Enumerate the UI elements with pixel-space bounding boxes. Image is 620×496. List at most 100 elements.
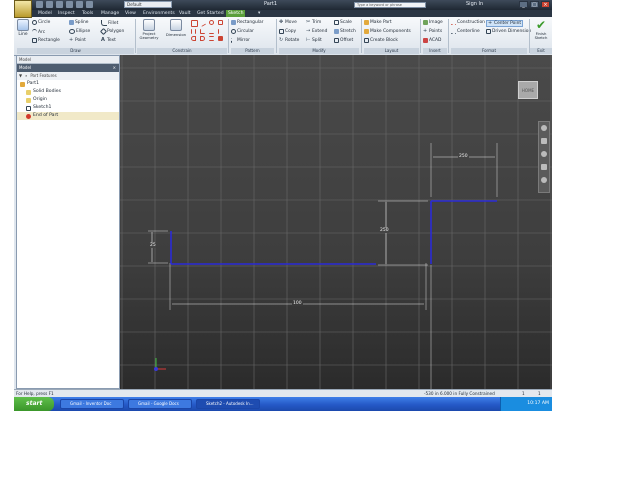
circle-button[interactable]: Circle [32, 20, 50, 25]
move-button[interactable]: ✥ Move [279, 20, 297, 26]
dimension-text-step-height[interactable]: 250 [380, 228, 389, 233]
ellipse-button[interactable]: Ellipse [69, 29, 90, 34]
coincident-constraint-icon[interactable] [191, 20, 198, 27]
polygon-button[interactable]: Polygon [99, 27, 124, 36]
tangent-constraint-icon[interactable] [191, 36, 196, 41]
parallel-constraint-icon[interactable] [191, 29, 196, 34]
mirror-button[interactable]: Mirror [231, 38, 250, 43]
taskbar-item-gmail-inventor[interactable]: Gmail - Inventor Doc [60, 399, 124, 409]
rectangular-pattern-button[interactable]: Rectangular [231, 20, 263, 25]
text-button[interactable]: A Text [101, 38, 116, 44]
dimension-text-100[interactable]: 100 [292, 301, 303, 306]
select-icon[interactable] [86, 1, 93, 8]
tree-item-solid-bodies[interactable]: Solid Bodies [17, 88, 119, 96]
clock[interactable]: 10:17 AM [527, 401, 549, 406]
browser-close-icon[interactable]: × [113, 64, 116, 72]
insert-acad-button[interactable]: ACAD [423, 38, 441, 43]
zoom-icon[interactable] [541, 151, 547, 157]
construction-button[interactable]: Construction [451, 20, 485, 25]
smooth-constraint-icon[interactable] [200, 36, 205, 41]
stretch-button[interactable]: Stretch [334, 29, 356, 34]
maximize-button[interactable]: □ [530, 1, 539, 8]
dimension-button[interactable]: Dimension [165, 19, 187, 37]
project-geometry-button[interactable]: Project Geometry [137, 19, 161, 40]
graphics-canvas[interactable]: 25 100 250 250 HOME [120, 55, 552, 389]
tab-inspect[interactable]: Inspect [58, 10, 75, 17]
tree-item-end-of-part[interactable]: End of Part [17, 112, 119, 120]
sign-in-link[interactable]: Sign In [466, 1, 483, 7]
tab-sketch[interactable]: Sketch [226, 10, 246, 17]
equal-constraint-icon[interactable] [218, 36, 223, 41]
collinear-constraint-icon[interactable] [198, 19, 207, 27]
redo-icon[interactable] [76, 1, 83, 8]
sketch-profile[interactable] [170, 200, 497, 265]
tab-view[interactable]: View [125, 10, 136, 17]
pan-icon[interactable] [541, 138, 547, 144]
orbit-icon[interactable] [541, 164, 547, 170]
tab-get-started[interactable]: Get Started [197, 10, 224, 17]
tab-extra-dropdown[interactable]: ▾ [258, 10, 260, 17]
perpendicular-constraint-icon[interactable] [200, 29, 205, 34]
inventor-logo-icon[interactable] [14, 0, 32, 18]
fillet-button[interactable]: Fillet [101, 20, 118, 26]
filter-icon[interactable]: ▼ [19, 72, 22, 80]
make-components-button[interactable]: Make Components [364, 29, 411, 34]
minimize-button[interactable]: _ [519, 1, 528, 8]
driven-dimension-button[interactable]: Driven Dimension [486, 29, 531, 34]
tree-item-origin[interactable]: Origin [17, 96, 119, 104]
undo-icon[interactable] [66, 1, 73, 8]
search-icon[interactable]: ⌕ [25, 72, 27, 80]
group-exit-label[interactable]: Exit [530, 48, 552, 54]
tab-vault[interactable]: Vault [179, 10, 191, 17]
tab-model[interactable]: Model [38, 10, 52, 17]
fix-constraint-icon[interactable] [218, 20, 223, 25]
group-draw-label[interactable]: Draw [17, 48, 134, 54]
viewcube-icon[interactable]: HOME [518, 81, 538, 99]
split-button[interactable]: ⊢ Split [306, 38, 322, 44]
arc-button[interactable]: Arc [32, 29, 45, 35]
create-block-button[interactable]: Create Block [364, 38, 398, 43]
copy-button[interactable]: Copy [279, 29, 296, 34]
extend-button[interactable]: → Extend [306, 29, 327, 35]
centerline-button[interactable]: Centerline [451, 29, 480, 34]
browser-header[interactable]: Model [17, 56, 119, 64]
look-at-icon[interactable] [541, 177, 547, 183]
tab-environments[interactable]: Environments [143, 10, 175, 17]
rectangle-button[interactable]: Rectangle [32, 38, 60, 43]
appearance-dropdown[interactable]: Default [124, 1, 172, 8]
group-insert-label[interactable]: Insert [423, 48, 447, 54]
line-button[interactable]: Line [17, 19, 29, 37]
insert-image-button[interactable]: Image [423, 20, 443, 25]
insert-points-button[interactable]: + Points [423, 29, 442, 35]
steering-wheel-icon[interactable] [541, 125, 547, 131]
group-pattern-label[interactable]: Pattern [231, 48, 274, 54]
circular-pattern-button[interactable]: Circular [231, 29, 254, 34]
concentric-constraint-icon[interactable] [209, 20, 214, 25]
taskbar-item-gmail-google-docs[interactable]: Gmail - Google Docs [128, 399, 192, 409]
tab-manage[interactable]: Manage [101, 10, 119, 17]
center-point-button[interactable]: + Center Point [486, 20, 524, 27]
new-icon[interactable] [36, 1, 43, 8]
horizontal-constraint-icon[interactable] [209, 29, 214, 34]
open-icon[interactable] [46, 1, 53, 8]
trim-button[interactable]: ✂ Trim [306, 20, 321, 26]
start-button[interactable]: start [14, 397, 54, 411]
taskbar-item-inventor[interactable]: Sketch2 - Autodesk In... [196, 399, 260, 409]
tab-tools[interactable]: Tools [82, 10, 93, 17]
dimension-text-25[interactable]: 25 [150, 243, 156, 248]
group-modify-label[interactable]: Modify [279, 48, 359, 54]
point-button[interactable]: + Point [69, 38, 86, 44]
offset-button[interactable]: Offset [334, 38, 353, 43]
save-icon[interactable] [56, 1, 63, 8]
group-layout-label[interactable]: Layout [364, 48, 419, 54]
help-search-input[interactable]: Type a keyword or phrase [354, 2, 426, 8]
rotate-button[interactable]: ↻ Rotate [279, 38, 299, 44]
finish-sketch-button[interactable]: ✔ Finish Sketch [530, 19, 552, 40]
tree-item-part1[interactable]: Part1 [17, 80, 119, 88]
tree-item-sketch1[interactable]: Sketch1 [17, 104, 119, 112]
close-button[interactable]: × [541, 1, 550, 8]
scale-button[interactable]: Scale [334, 20, 352, 25]
make-part-button[interactable]: Make Part [364, 20, 392, 25]
group-format-label[interactable]: Format [451, 48, 527, 54]
symmetric-constraint-icon[interactable] [209, 36, 214, 41]
